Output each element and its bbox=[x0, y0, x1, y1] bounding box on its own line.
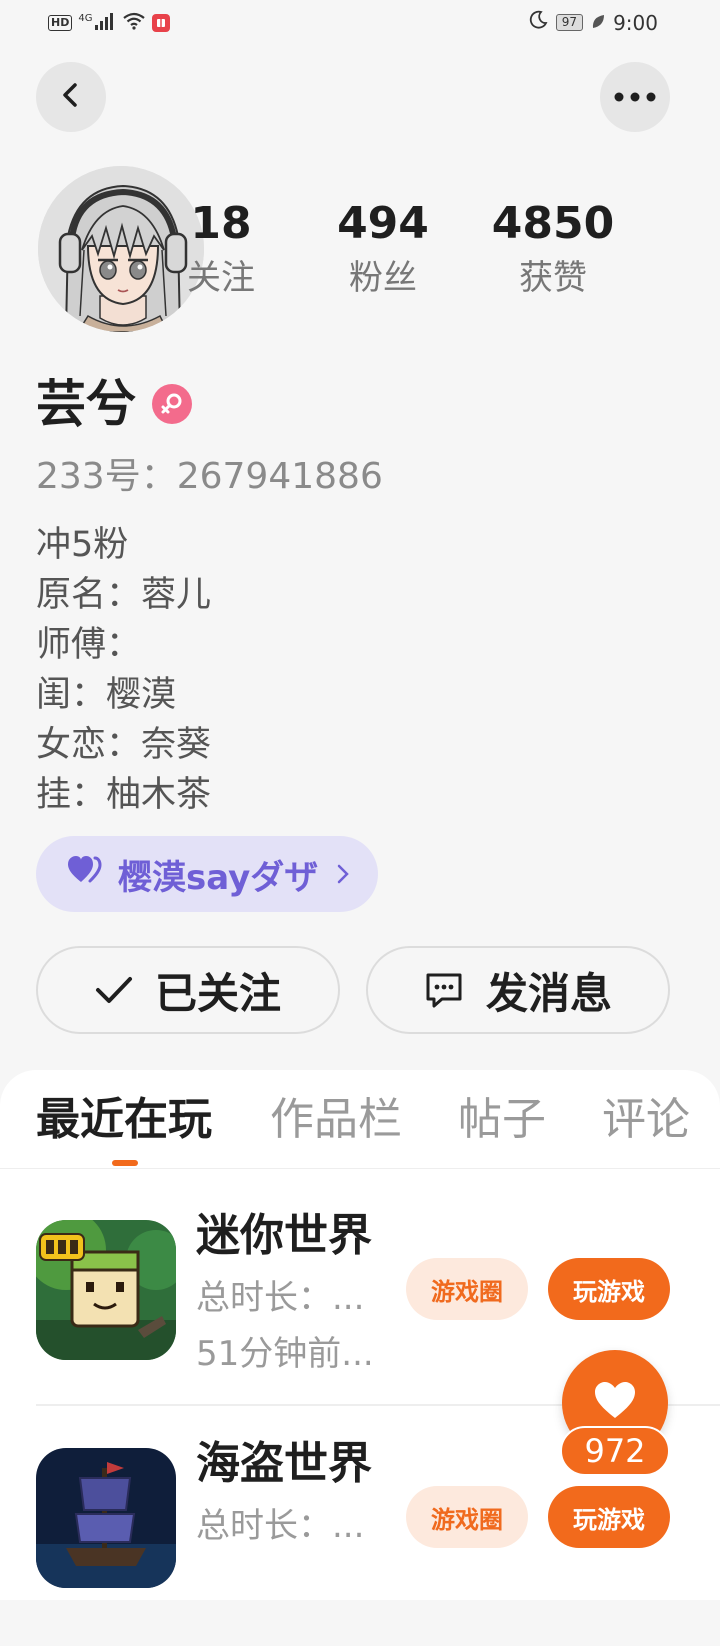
bio: 冲5粉 原名：蓉儿 师傅： 闺：樱漠 女恋：奈葵 挂：柚木茶 bbox=[36, 520, 211, 820]
game-circle-button[interactable]: 游戏圈 bbox=[406, 1486, 528, 1548]
tab-comments[interactable]: 评论 bbox=[602, 1090, 690, 1150]
chevron-left-icon bbox=[56, 80, 86, 114]
tab-recently-played[interactable]: 最近在玩 bbox=[36, 1090, 212, 1150]
game-icon-pirate-world[interactable] bbox=[36, 1448, 176, 1588]
game-title: 海盗世界 bbox=[196, 1438, 372, 1489]
bio-line: 闺：樱漠 bbox=[36, 675, 177, 715]
more-dots-icon bbox=[613, 88, 657, 107]
relation-tag[interactable]: 樱漠sayダザ bbox=[36, 836, 378, 912]
clock-time: 9:00 bbox=[613, 10, 658, 35]
heart-icon bbox=[593, 1380, 637, 1424]
likes-count: 4850 bbox=[491, 198, 615, 249]
signal-icon bbox=[94, 12, 116, 34]
battery-indicator: 97 bbox=[555, 14, 584, 31]
likes-label: 获赞 bbox=[519, 258, 587, 298]
bio-line: 师傅： bbox=[36, 625, 142, 665]
user-id: 233号：267941886 bbox=[36, 456, 383, 497]
game-total-duration: 总时长：... bbox=[196, 1278, 365, 1318]
send-message-button[interactable]: 发消息 bbox=[366, 946, 670, 1034]
status-right: 97 9:00 bbox=[528, 10, 658, 35]
play-game-button[interactable]: 玩游戏 bbox=[548, 1486, 670, 1548]
like-count-badge: 972 bbox=[560, 1426, 670, 1476]
more-options-button[interactable] bbox=[600, 62, 670, 132]
app-notification-icon bbox=[152, 14, 171, 32]
status-left: HD 4G bbox=[48, 12, 171, 34]
content-card: 最近在玩 作品栏 帖子 评论 迷你世界 总时长：... 51分钟前... 游戏圈… bbox=[0, 1070, 720, 1600]
bio-line: 女恋：奈葵 bbox=[36, 725, 212, 765]
female-icon bbox=[152, 384, 192, 424]
moon-icon bbox=[528, 10, 548, 35]
following-count: 18 bbox=[190, 198, 252, 249]
wifi-icon bbox=[122, 12, 146, 34]
fans-label: 粉丝 bbox=[349, 258, 417, 298]
tab-works[interactable]: 作品栏 bbox=[270, 1090, 402, 1150]
active-tab-indicator bbox=[112, 1160, 138, 1166]
leaf-icon bbox=[591, 11, 605, 35]
send-message-label: 发消息 bbox=[485, 968, 612, 1018]
game-total-duration: 总时长：... bbox=[196, 1506, 365, 1546]
relation-tag-label: 樱漠sayダザ bbox=[118, 857, 319, 898]
tab-bar: 最近在玩 作品栏 帖子 评论 bbox=[0, 1070, 720, 1169]
stat-likes[interactable]: 4850 获赞 bbox=[478, 196, 628, 304]
network-type: 4G bbox=[78, 12, 93, 24]
stat-fans[interactable]: 494 粉丝 bbox=[308, 196, 458, 304]
play-game-button[interactable]: 玩游戏 bbox=[548, 1258, 670, 1320]
game-last-played: 51分钟前... bbox=[196, 1334, 374, 1374]
game-circle-button[interactable]: 游戏圈 bbox=[406, 1258, 528, 1320]
bio-line: 挂：柚木茶 bbox=[36, 775, 212, 815]
hd-indicator: HD bbox=[48, 15, 73, 31]
checkmark-icon bbox=[95, 975, 133, 1005]
tab-posts[interactable]: 帖子 bbox=[458, 1090, 546, 1150]
status-bar: HD 4G 97 9:00 bbox=[0, 0, 720, 48]
back-button[interactable] bbox=[36, 62, 106, 132]
followed-label: 已关注 bbox=[154, 968, 281, 1018]
bio-line: 原名：蓉儿 bbox=[36, 575, 212, 615]
heart-pair-icon bbox=[68, 854, 104, 894]
stat-following[interactable]: 18 关注 bbox=[146, 196, 296, 304]
following-label: 关注 bbox=[187, 258, 255, 298]
followed-button[interactable]: 已关注 bbox=[36, 946, 340, 1034]
chevron-right-icon bbox=[336, 854, 350, 894]
game-title: 迷你世界 bbox=[196, 1210, 372, 1261]
fans-count: 494 bbox=[337, 198, 429, 249]
bio-line: 冲5粉 bbox=[36, 525, 129, 565]
game-icon-mini-world[interactable] bbox=[36, 1220, 176, 1360]
username: 芸兮 bbox=[36, 375, 136, 433]
chat-bubble-icon bbox=[424, 971, 464, 1009]
